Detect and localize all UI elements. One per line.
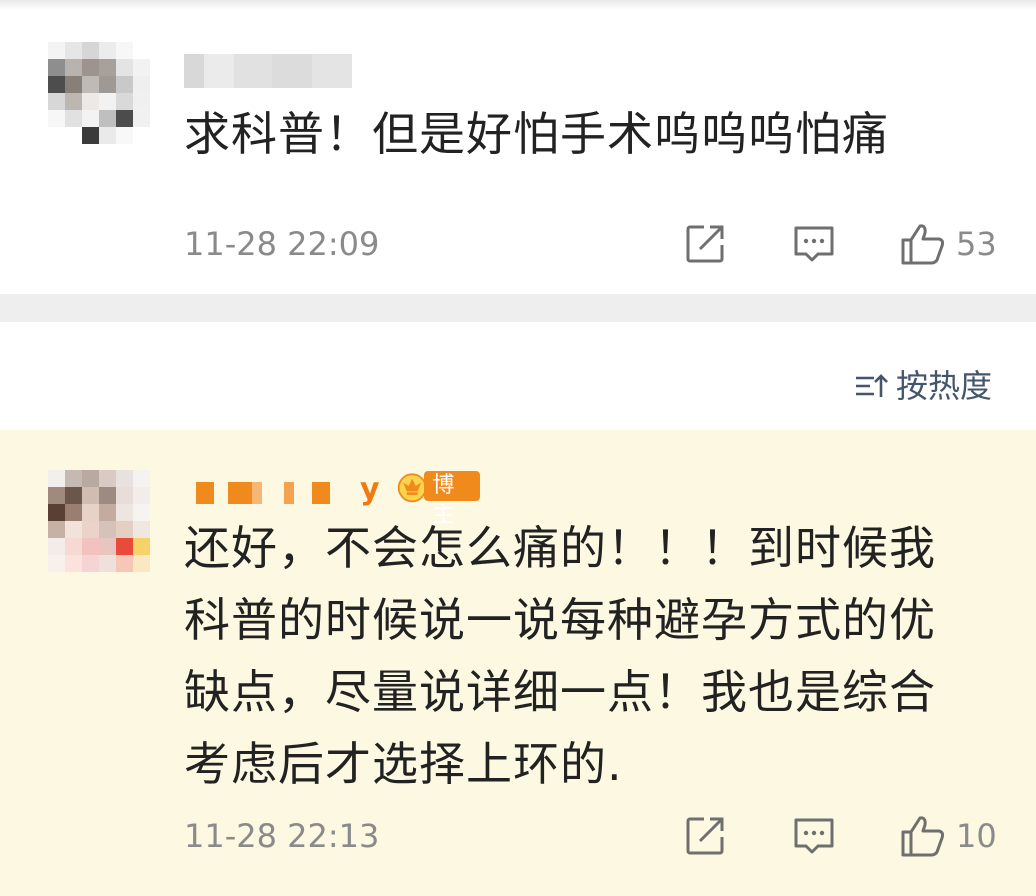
username-redacted[interactable] [196, 482, 362, 504]
comment-meta: 11-28 22:13 10 [184, 814, 1004, 858]
like-count: 10 [956, 817, 997, 855]
section-divider [0, 294, 1036, 322]
like-button[interactable]: 10 [900, 814, 997, 858]
sort-bar: 按热度 [0, 322, 1036, 430]
avatar[interactable] [48, 42, 150, 144]
reply-button[interactable] [792, 222, 836, 266]
share-button[interactable] [684, 222, 726, 266]
comment-thread: 求科普！但是好怕手术呜呜呜怕痛 11-28 22:09 53 按热度 y 博主 … [0, 0, 1036, 896]
comment-line: 科普的时候说一说每种避孕方式的优 [184, 593, 936, 647]
avatar[interactable] [48, 470, 150, 572]
username-redacted[interactable] [184, 54, 352, 88]
badge-label: 博主 [424, 471, 480, 528]
reply-button[interactable] [792, 814, 836, 858]
sort-icon [855, 374, 888, 397]
comment-item: y 博主 还好，不会怎么痛的！！！到时候我 科普的时候说一说每种避孕方式的优 缺… [0, 430, 1036, 896]
like-count: 53 [956, 225, 997, 263]
comment-text: 还好，不会怎么痛的！！！到时候我 科普的时候说一说每种避孕方式的优 缺点，尽量说… [184, 512, 936, 800]
comment-timestamp: 11-28 22:09 [184, 225, 380, 263]
comment-line: 缺点，尽量说详细一点！我也是综合 [184, 665, 936, 719]
comment-line: 还好，不会怎么痛的！！！到时候我 [184, 521, 936, 575]
username-suffix: y [360, 472, 380, 507]
comment-line: 考虑后才选择上环的. [184, 737, 623, 791]
share-button[interactable] [684, 814, 726, 858]
share-icon [686, 817, 724, 855]
sort-label: 按热度 [895, 367, 992, 405]
thumbs-up-icon [901, 224, 945, 265]
thumbs-up-icon [901, 816, 945, 857]
top-edge-shadow [0, 0, 1036, 10]
comment-icon [794, 226, 834, 262]
like-button[interactable]: 53 [900, 222, 997, 266]
author-badge: 博主 [396, 466, 480, 528]
comment-icon [794, 818, 834, 854]
comment-text: 求科普！但是好怕手术呜呜呜怕痛 [184, 107, 889, 161]
sort-by-heat-button[interactable]: 按热度 [854, 366, 992, 406]
comment-timestamp: 11-28 22:13 [184, 817, 380, 855]
comment-item: 求科普！但是好怕手术呜呜呜怕痛 11-28 22:09 53 [0, 10, 1036, 294]
share-icon [686, 225, 724, 263]
comment-meta: 11-28 22:09 53 [184, 222, 1004, 266]
